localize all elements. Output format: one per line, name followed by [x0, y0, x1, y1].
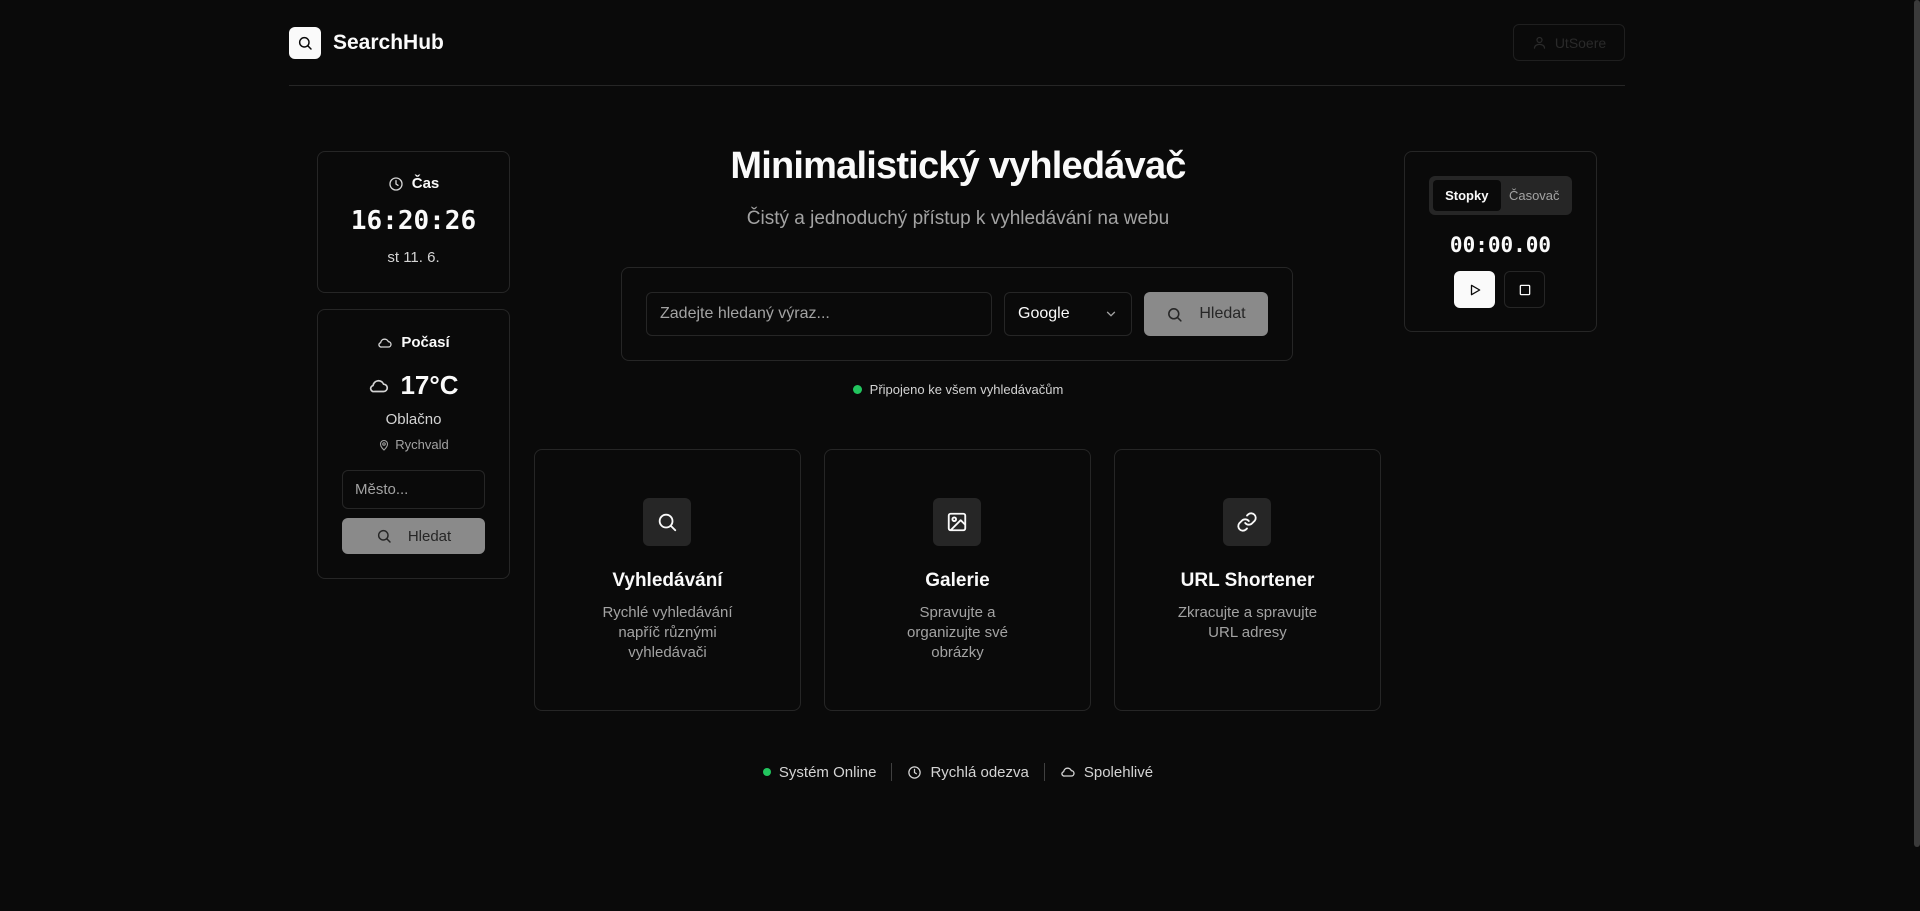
clock-icon: [388, 176, 404, 192]
search-button-label: Hledat: [1199, 305, 1246, 322]
stop-icon: [1518, 283, 1532, 297]
search-icon: [656, 511, 678, 533]
footer-item-response: Rychlá odezva: [907, 763, 1029, 781]
page-subtitle: Čistý a jednoduchý přístup k vyhledávání…: [746, 208, 1170, 229]
connection-status: Připojeno ke všem vyhledávačům: [600, 382, 1316, 397]
feature-icon-box: [1223, 498, 1271, 546]
login-button[interactable]: UtSoere: [1513, 24, 1625, 61]
image-icon: [946, 511, 968, 533]
logo[interactable]: [289, 27, 321, 59]
status-dot: [762, 768, 771, 776]
time-widget-title: Čas: [411, 175, 440, 192]
footer-divider: [891, 763, 893, 781]
footer-status-bar: Systém Online Rychlá odezva Spolehlivé: [600, 761, 1316, 783]
feature-description: Rychlé vyhledávání napříč různými vyhled…: [602, 604, 733, 661]
search-input[interactable]: [646, 292, 992, 336]
footer-item-reliable: Spolehlivé: [1060, 764, 1153, 781]
weather-location: Rychvald: [317, 437, 510, 452]
page-title: Minimalistický vyhledávač: [730, 145, 1186, 187]
play-icon: [1468, 283, 1482, 297]
map-pin-icon: [378, 439, 390, 451]
feature-card-url-shortener[interactable]: URL Shortener Zkracujte a spravujte URL …: [1114, 449, 1381, 711]
tab-timer[interactable]: Časovač: [1501, 180, 1569, 211]
link-icon: [1236, 511, 1258, 533]
current-time: 16:20:26: [350, 206, 477, 236]
footer-item-label: Rychlá odezva: [930, 763, 1029, 781]
current-date: st 11. 6.: [387, 249, 440, 266]
feature-description: Zkracujte a spravujte URL adresy: [1177, 604, 1318, 641]
footer-item-online: Systém Online: [762, 763, 877, 781]
feature-card-gallery[interactable]: Galerie Spravujte a organizujte své obrá…: [824, 449, 1091, 711]
weather-search-button[interactable]: Hledat: [342, 518, 485, 554]
cloud-icon: [1060, 764, 1076, 780]
feature-icon-box: [643, 498, 691, 546]
footer-item-label: Spolehlivé: [1083, 763, 1154, 781]
connection-status-text: Připojeno ke všem vyhledávačům: [869, 382, 1064, 397]
search-icon: [297, 35, 313, 51]
footer-divider: [1043, 763, 1045, 781]
weather-widget-header: Počasí: [317, 334, 510, 351]
search-engine-select[interactable]: Google: [1004, 292, 1132, 336]
cloud-icon: [368, 375, 390, 397]
footer-item-label: Systém Online: [778, 763, 877, 781]
location-label: Rychvald: [395, 437, 449, 452]
feature-title: Vyhledávání: [612, 570, 723, 591]
search-icon: [376, 528, 392, 544]
feature-card-search[interactable]: Vyhledávání Rychlé vyhledávání napříč rů…: [534, 449, 801, 711]
clock-icon: [907, 765, 922, 780]
time-widget-header: Čas: [317, 175, 510, 192]
feature-title: Galerie: [925, 570, 990, 591]
feature-icon-box: [933, 498, 981, 546]
cloud-icon: [377, 335, 393, 351]
search-button[interactable]: Hledat: [1144, 292, 1268, 336]
status-dot: [852, 385, 862, 394]
temperature-row: 17°C: [317, 370, 510, 401]
timer-mode-tabs: Stopky Časovač: [1429, 176, 1572, 215]
chevron-down-icon: [1104, 307, 1118, 321]
login-label: UtSoere: [1554, 34, 1607, 51]
search-icon: [1166, 306, 1183, 323]
feature-title: URL Shortener: [1180, 570, 1315, 591]
stop-button[interactable]: [1504, 271, 1545, 308]
brand-name[interactable]: SearchHub: [333, 27, 444, 59]
weather-condition: Oblačno: [385, 411, 442, 428]
temperature-value: 17°C: [400, 370, 459, 400]
scrollbar[interactable]: [1914, 0, 1920, 847]
weather-widget-title: Počasí: [401, 334, 450, 351]
tab-stopwatch[interactable]: Stopky: [1433, 180, 1501, 211]
header-divider: [289, 85, 1625, 86]
engine-value: Google: [1018, 305, 1070, 322]
play-button[interactable]: [1454, 271, 1495, 308]
stopwatch-value: 00:00.00: [1449, 233, 1552, 257]
weather-search-label: Hledat: [407, 527, 452, 545]
city-input[interactable]: [342, 470, 485, 509]
feature-description: Spravujte a organizujte své obrázky: [907, 604, 1008, 661]
user-icon: [1532, 35, 1547, 50]
